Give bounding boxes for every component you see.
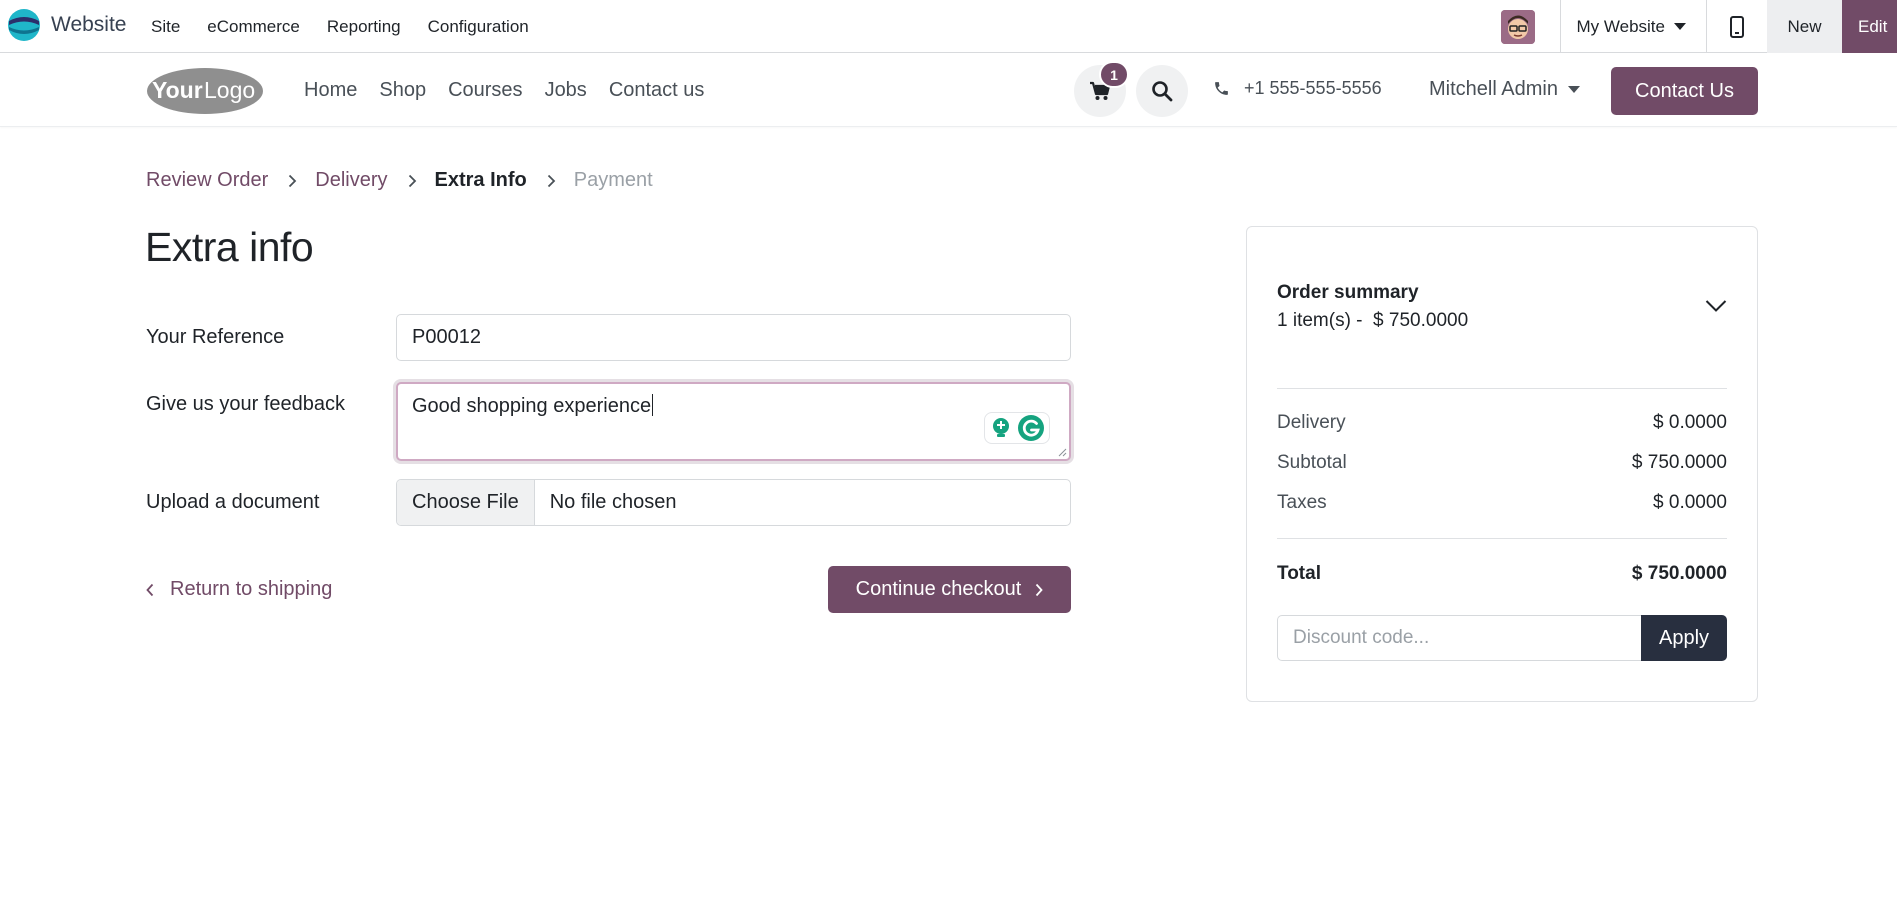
user-menu[interactable]: Mitchell Admin bbox=[1429, 78, 1580, 101]
admin-menu-site[interactable]: Site bbox=[151, 17, 180, 37]
mobile-preview-button[interactable] bbox=[1707, 0, 1767, 53]
grammarly-widget[interactable] bbox=[984, 412, 1050, 444]
chevron-left-icon bbox=[146, 583, 154, 596]
delivery-label: Delivery bbox=[1277, 412, 1346, 433]
nav-contact-us[interactable]: Contact us bbox=[609, 79, 705, 102]
caret-down-icon bbox=[1674, 23, 1686, 30]
phone-icon bbox=[1215, 82, 1228, 95]
admin-menu-ecommerce[interactable]: eCommerce bbox=[207, 17, 300, 37]
feedback-textarea[interactable]: Good shopping experience bbox=[396, 382, 1071, 461]
svg-text:Your: Your bbox=[152, 77, 203, 103]
chevron-right-icon bbox=[547, 174, 556, 188]
nav-courses[interactable]: Courses bbox=[448, 79, 522, 102]
return-to-shipping-link[interactable]: Return to shipping bbox=[146, 578, 332, 601]
reference-value: P00012 bbox=[412, 326, 481, 348]
resize-grip-icon[interactable] bbox=[1057, 447, 1067, 457]
avatar-face-icon bbox=[1500, 9, 1535, 44]
upload-label: Upload a document bbox=[146, 491, 320, 513]
phone-number: +1 555-555-5556 bbox=[1244, 78, 1382, 98]
discount-code-input[interactable] bbox=[1277, 615, 1641, 661]
taxes-label: Taxes bbox=[1277, 492, 1327, 513]
file-status: No file chosen bbox=[549, 491, 677, 513]
nav-shop[interactable]: Shop bbox=[379, 79, 426, 102]
return-to-shipping-label: Return to shipping bbox=[170, 578, 333, 600]
summary-row-total: Total $ 750.0000 bbox=[1277, 563, 1727, 585]
lightbulb-icon[interactable] bbox=[990, 416, 1012, 440]
website-app-icon[interactable] bbox=[7, 8, 41, 42]
breadcrumb-review-order[interactable]: Review Order bbox=[146, 169, 268, 192]
chevron-right-icon bbox=[1036, 583, 1044, 596]
caret-down-icon bbox=[1567, 86, 1580, 93]
total-value: $ 750.0000 bbox=[1631, 563, 1727, 584]
svg-text:Logo: Logo bbox=[204, 77, 255, 103]
summary-row-subtotal: Subtotal $ 750.0000 bbox=[1277, 452, 1727, 474]
choose-file-button[interactable]: Choose File bbox=[397, 480, 535, 525]
user-name: Mitchell Admin bbox=[1429, 78, 1558, 100]
page-title: Extra info bbox=[145, 224, 314, 270]
summary-divider bbox=[1277, 538, 1727, 539]
apply-discount-button[interactable]: Apply bbox=[1641, 615, 1727, 661]
chevron-right-icon bbox=[288, 174, 297, 188]
nav-jobs[interactable]: Jobs bbox=[545, 79, 587, 102]
breadcrumb-payment: Payment bbox=[573, 169, 653, 191]
continue-checkout-label: Continue checkout bbox=[855, 578, 1022, 600]
new-button[interactable]: New bbox=[1767, 0, 1842, 53]
summary-row-taxes: Taxes $ 0.0000 bbox=[1277, 492, 1727, 514]
edit-button[interactable]: Edit bbox=[1842, 0, 1897, 53]
your-logo[interactable]: Your Logo bbox=[145, 65, 265, 115]
breadcrumb-delivery[interactable]: Delivery bbox=[315, 169, 387, 192]
order-summary-card: Order summary 1 item(s) - $ 750.0000 Del… bbox=[1246, 226, 1758, 702]
site-nav: Home Shop Courses Jobs Contact us bbox=[304, 54, 726, 127]
text-cursor bbox=[652, 394, 654, 416]
checkout-breadcrumb: Review Order Delivery Extra Info Payment bbox=[146, 169, 653, 192]
feedback-value: Good shopping experience bbox=[412, 395, 652, 417]
user-avatar[interactable] bbox=[1500, 9, 1535, 44]
admin-right-actions: My Website New Edit bbox=[1500, 0, 1897, 53]
app-name[interactable]: Website bbox=[51, 13, 126, 37]
admin-menu: Site eCommerce Reporting Configuration bbox=[151, 0, 556, 53]
summary-row-delivery: Delivery $ 0.0000 bbox=[1277, 412, 1727, 434]
continue-checkout-button[interactable]: Continue checkout bbox=[828, 566, 1071, 613]
delivery-value: $ 0.0000 bbox=[1653, 412, 1727, 433]
order-summary-items: 1 item(s) - $ 750.0000 bbox=[1277, 310, 1469, 331]
search-button[interactable] bbox=[1136, 65, 1188, 117]
reference-label: Your Reference bbox=[146, 326, 285, 348]
reference-input[interactable]: P00012 bbox=[396, 314, 1071, 361]
admin-menu-reporting[interactable]: Reporting bbox=[327, 17, 401, 37]
chevron-down-icon[interactable] bbox=[1705, 299, 1727, 313]
total-label: Total bbox=[1277, 563, 1321, 584]
breadcrumb-extra-info: Extra Info bbox=[434, 169, 527, 191]
subtotal-value: $ 750.0000 bbox=[1631, 452, 1727, 473]
order-summary-title: Order summary bbox=[1277, 282, 1419, 303]
file-upload-input[interactable]: Choose File No file chosen bbox=[396, 479, 1071, 526]
contact-us-button[interactable]: Contact Us bbox=[1611, 67, 1758, 115]
admin-menu-configuration[interactable]: Configuration bbox=[428, 17, 529, 37]
admin-navbar: Website Site eCommerce Reporting Configu… bbox=[0, 0, 1897, 53]
chevron-right-icon bbox=[408, 174, 417, 188]
website-selector[interactable]: My Website bbox=[1561, 0, 1707, 53]
feedback-label: Give us your feedback bbox=[146, 393, 345, 415]
discount-form: Apply bbox=[1277, 615, 1727, 661]
search-icon bbox=[1152, 81, 1173, 102]
website-selector-label: My Website bbox=[1576, 16, 1666, 36]
taxes-value: $ 0.0000 bbox=[1653, 492, 1727, 513]
mobile-icon bbox=[1730, 15, 1744, 38]
subtotal-label: Subtotal bbox=[1277, 452, 1347, 473]
phone-link[interactable]: +1 555-555-5556 bbox=[1213, 78, 1382, 99]
website-header: Your Logo Home Shop Courses Jobs Contact… bbox=[0, 54, 1897, 127]
nav-home[interactable]: Home bbox=[304, 79, 357, 102]
cart-count-badge: 1 bbox=[1099, 61, 1129, 88]
summary-divider bbox=[1277, 388, 1727, 389]
grammarly-icon[interactable] bbox=[1017, 414, 1045, 442]
